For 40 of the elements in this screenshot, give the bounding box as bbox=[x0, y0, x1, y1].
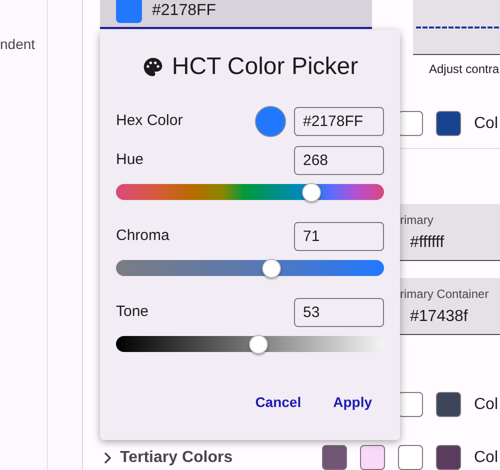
color-swatch[interactable] bbox=[436, 392, 461, 417]
sidebar-item[interactable]: ndent bbox=[0, 34, 47, 55]
slider-track[interactable] bbox=[116, 260, 384, 276]
color-label: Col bbox=[474, 394, 498, 414]
value-input[interactable]: 268 bbox=[294, 146, 384, 175]
card-value: #17438f bbox=[410, 307, 469, 327]
tertiary-colors-toggle[interactable]: Tertiary Colors bbox=[100, 446, 322, 470]
slider-thumb[interactable] bbox=[262, 259, 281, 278]
hex-input[interactable]: #2178FF bbox=[294, 106, 384, 136]
contrast-caption: Adjust contra bbox=[429, 61, 500, 78]
color-card[interactable]: rimary #ffffff bbox=[398, 204, 500, 261]
dialog-title: HCT Color Picker bbox=[172, 52, 358, 82]
color-swatch[interactable] bbox=[398, 445, 423, 470]
slider-thumb[interactable] bbox=[248, 335, 268, 354]
color-swatch[interactable] bbox=[360, 445, 385, 470]
color-swatch[interactable] bbox=[398, 111, 423, 136]
card-label: rimary bbox=[400, 212, 434, 229]
slider-label: Chroma bbox=[116, 226, 170, 246]
color-swatch[interactable] bbox=[436, 445, 461, 470]
color-label: Col bbox=[474, 114, 498, 134]
hex-label: Hex Color bbox=[116, 110, 184, 131]
slider-track[interactable] bbox=[116, 184, 384, 200]
color-card[interactable]: rimary Container #17438f bbox=[398, 278, 500, 335]
color-swatch[interactable] bbox=[398, 392, 423, 417]
slider-track[interactable] bbox=[116, 336, 384, 352]
color-swatch[interactable] bbox=[322, 445, 347, 470]
slider-label: Tone bbox=[116, 302, 150, 322]
slider-thumb[interactable] bbox=[302, 183, 322, 202]
value-input[interactable]: 71 bbox=[294, 222, 384, 251]
dialog-button[interactable]: Cancel bbox=[249, 388, 308, 417]
chevron-icon bbox=[104, 452, 111, 464]
color-label: Col bbox=[474, 448, 498, 468]
slider-label: Hue bbox=[116, 150, 145, 170]
card-value: #ffffff bbox=[410, 233, 446, 253]
source-color-field[interactable]: #2178FF bbox=[100, 0, 372, 29]
palette-icon bbox=[142, 56, 164, 78]
dialog-button[interactable]: Apply bbox=[327, 388, 378, 417]
value-input[interactable]: 53 bbox=[294, 298, 384, 327]
color-swatch[interactable] bbox=[436, 111, 461, 136]
card-label: rimary Container bbox=[400, 286, 490, 303]
